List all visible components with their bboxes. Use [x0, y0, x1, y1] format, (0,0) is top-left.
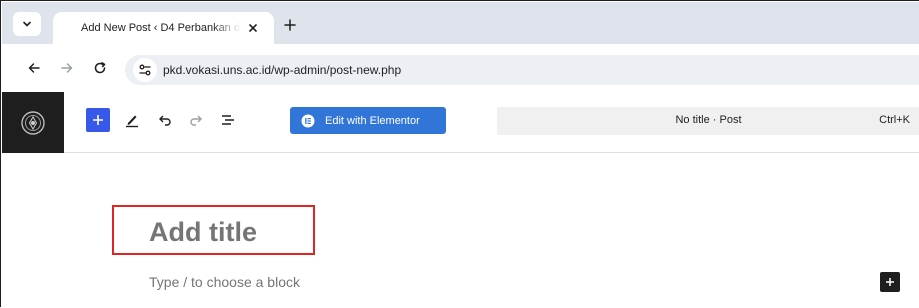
plus-icon [284, 19, 296, 31]
elementor-icon [301, 114, 315, 127]
document-overview-button[interactable] [216, 108, 240, 132]
tools-button[interactable] [120, 108, 144, 132]
new-tab-button[interactable] [282, 17, 298, 33]
browser-tab[interactable]: Add New Post ‹ D4 Perbankan dan Keuangan [53, 12, 274, 44]
reload-button[interactable] [92, 60, 108, 76]
edit-with-elementor-button[interactable]: Edit with Elementor [290, 107, 446, 134]
plus-icon [886, 278, 894, 286]
tab-close-button[interactable] [246, 21, 260, 35]
elementor-button-label: Edit with Elementor [325, 114, 420, 127]
forward-button[interactable] [59, 60, 75, 76]
post-title-input[interactable]: Add title [149, 217, 257, 248]
pencil-icon [126, 115, 138, 128]
command-palette-bar[interactable]: No title · Post Ctrl+K [497, 107, 919, 135]
add-block-button[interactable] [880, 272, 900, 292]
tab-search-button[interactable] [13, 12, 41, 36]
editor-canvas: Add title Type / to choose a block [2, 153, 919, 308]
tab-title: Add New Post ‹ D4 Perbankan dan Keuangan [81, 22, 241, 34]
redo-button[interactable] [184, 108, 208, 132]
redo-icon [190, 115, 202, 126]
arrow-left-icon [28, 63, 40, 73]
editor-header: Edit with Elementor No title · Post Ctrl… [2, 92, 919, 153]
url-text: pkd.vokasi.uns.ac.id/wp-admin/post-new.p… [163, 63, 402, 77]
site-logo-button[interactable] [2, 92, 64, 153]
keyboard-shortcut: Ctrl+K [879, 114, 910, 126]
tune-icon [139, 64, 151, 76]
list-view-icon [222, 115, 234, 125]
back-button[interactable] [26, 60, 42, 76]
reload-icon [94, 62, 106, 74]
arrow-right-icon [61, 63, 73, 73]
plus-icon [93, 115, 103, 125]
undo-icon [159, 115, 171, 126]
chevron-down-icon [23, 21, 31, 27]
default-block-appender[interactable]: Type / to choose a block [149, 274, 300, 290]
document-title: No title · Post [675, 114, 742, 126]
block-inserter-button[interactable] [86, 108, 110, 132]
undo-button[interactable] [153, 108, 177, 132]
address-bar[interactable]: pkd.vokasi.uns.ac.id/wp-admin/post-new.p… [125, 55, 919, 85]
tab-strip: Add New Post ‹ D4 Perbankan dan Keuangan [2, 2, 919, 44]
browser-window: Add New Post ‹ D4 Perbankan dan Keuangan [0, 0, 919, 308]
university-seal-icon [21, 110, 45, 135]
browser-toolbar: pkd.vokasi.uns.ac.id/wp-admin/post-new.p… [2, 44, 919, 92]
site-info-button[interactable] [133, 58, 157, 82]
close-icon [249, 24, 257, 32]
